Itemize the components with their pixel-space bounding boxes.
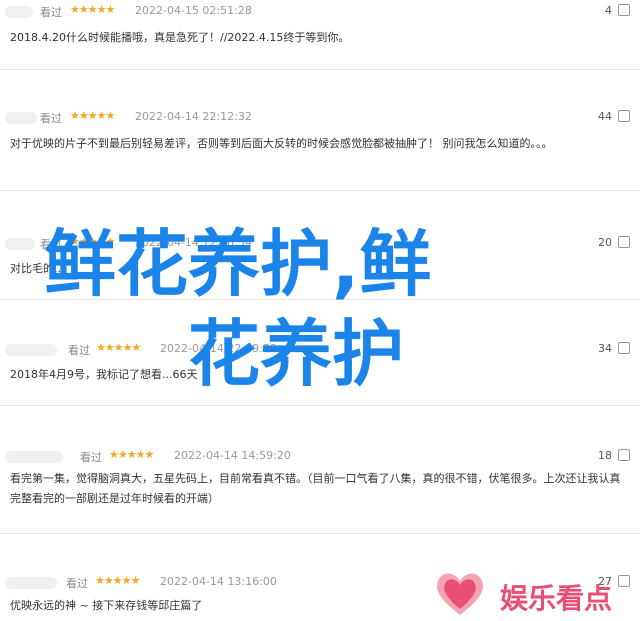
comment-item: 看过 ★★★★★ 2022-04-14 14:59:20 18 看完第一集，觉得… bbox=[0, 440, 640, 534]
comment-user-status: 看过 bbox=[80, 451, 102, 464]
overlay-title-line1: 鲜花养护,鲜 bbox=[44, 222, 432, 306]
comment-item: 看过 ★★★★★ 2022-04-14 22:12:32 44 对于优映的片子不… bbox=[0, 101, 640, 191]
thumbs-up-icon[interactable] bbox=[618, 110, 630, 122]
comment-text: 2018.4.20什么时候能播哦，真是急死了！//2022.4.15终于等到你。 bbox=[10, 31, 350, 44]
comment-time: 2022-04-14 14:59:20 bbox=[174, 449, 291, 462]
comment-user-status: 看过 bbox=[68, 344, 90, 357]
comment-time: 2022-04-14 13:16:00 bbox=[160, 575, 277, 588]
avatar[interactable] bbox=[5, 451, 63, 463]
rating-stars: ★★★★★ bbox=[70, 3, 115, 16]
rating-stars: ★★★★★ bbox=[70, 109, 115, 122]
thumbs-up-icon[interactable] bbox=[618, 575, 630, 587]
rating-stars: ★★★★★ bbox=[96, 341, 141, 354]
comment-user-status: 看过 bbox=[40, 6, 62, 19]
heart-icon bbox=[436, 573, 484, 615]
thumbs-up-icon[interactable] bbox=[618, 449, 630, 461]
comment-time: 2022-04-15 02:51:28 bbox=[135, 4, 252, 17]
vote-count: 4 bbox=[605, 4, 612, 17]
vote-count: 18 bbox=[598, 449, 612, 462]
comment-text: 看完第一集，觉得脑洞真大，五星先码上，目前常看真不错。（目前一口气看了八集，真的… bbox=[10, 472, 621, 505]
comment-meta: 看过 ★★★★★ 2022-04-14 22:12:32 44 bbox=[0, 107, 640, 131]
thumbs-up-icon[interactable] bbox=[618, 4, 630, 16]
comment-user-status: 看过 bbox=[40, 112, 62, 125]
vote-count: 44 bbox=[598, 110, 612, 123]
vote-count: 20 bbox=[598, 236, 612, 249]
avatar[interactable] bbox=[5, 6, 33, 18]
avatar[interactable] bbox=[5, 577, 57, 589]
comment-meta: 看过 ★★★★★ 2022-04-15 02:51:28 4 bbox=[0, 1, 640, 25]
comment-item: 看过 ★★★★★ 2022-04-15 02:51:28 4 2018.4.20… bbox=[0, 0, 640, 70]
comment-time: 2022-04-14 22:12:32 bbox=[135, 110, 252, 123]
thumbs-up-icon[interactable] bbox=[618, 342, 630, 354]
comment-meta: 看过 ★★★★★ 2022-04-14 14:59:20 18 bbox=[0, 446, 640, 470]
thumbs-up-icon[interactable] bbox=[618, 236, 630, 248]
rating-stars: ★★★★★ bbox=[95, 574, 140, 587]
logo-text: 娱乐看点 bbox=[500, 582, 613, 615]
avatar[interactable] bbox=[5, 112, 37, 124]
overlay-title-line2: 花养护 bbox=[188, 312, 405, 396]
comment-text: 对于优映的片子不到最后别轻易差评，否则等到后面大反转的时候会感觉脸都被抽肿了！ … bbox=[10, 137, 553, 150]
rating-stars: ★★★★★ bbox=[109, 448, 154, 461]
vote-count: 34 bbox=[598, 342, 612, 355]
comment-user-status: 看过 bbox=[66, 577, 88, 590]
avatar[interactable] bbox=[5, 344, 57, 356]
avatar[interactable] bbox=[5, 238, 35, 250]
